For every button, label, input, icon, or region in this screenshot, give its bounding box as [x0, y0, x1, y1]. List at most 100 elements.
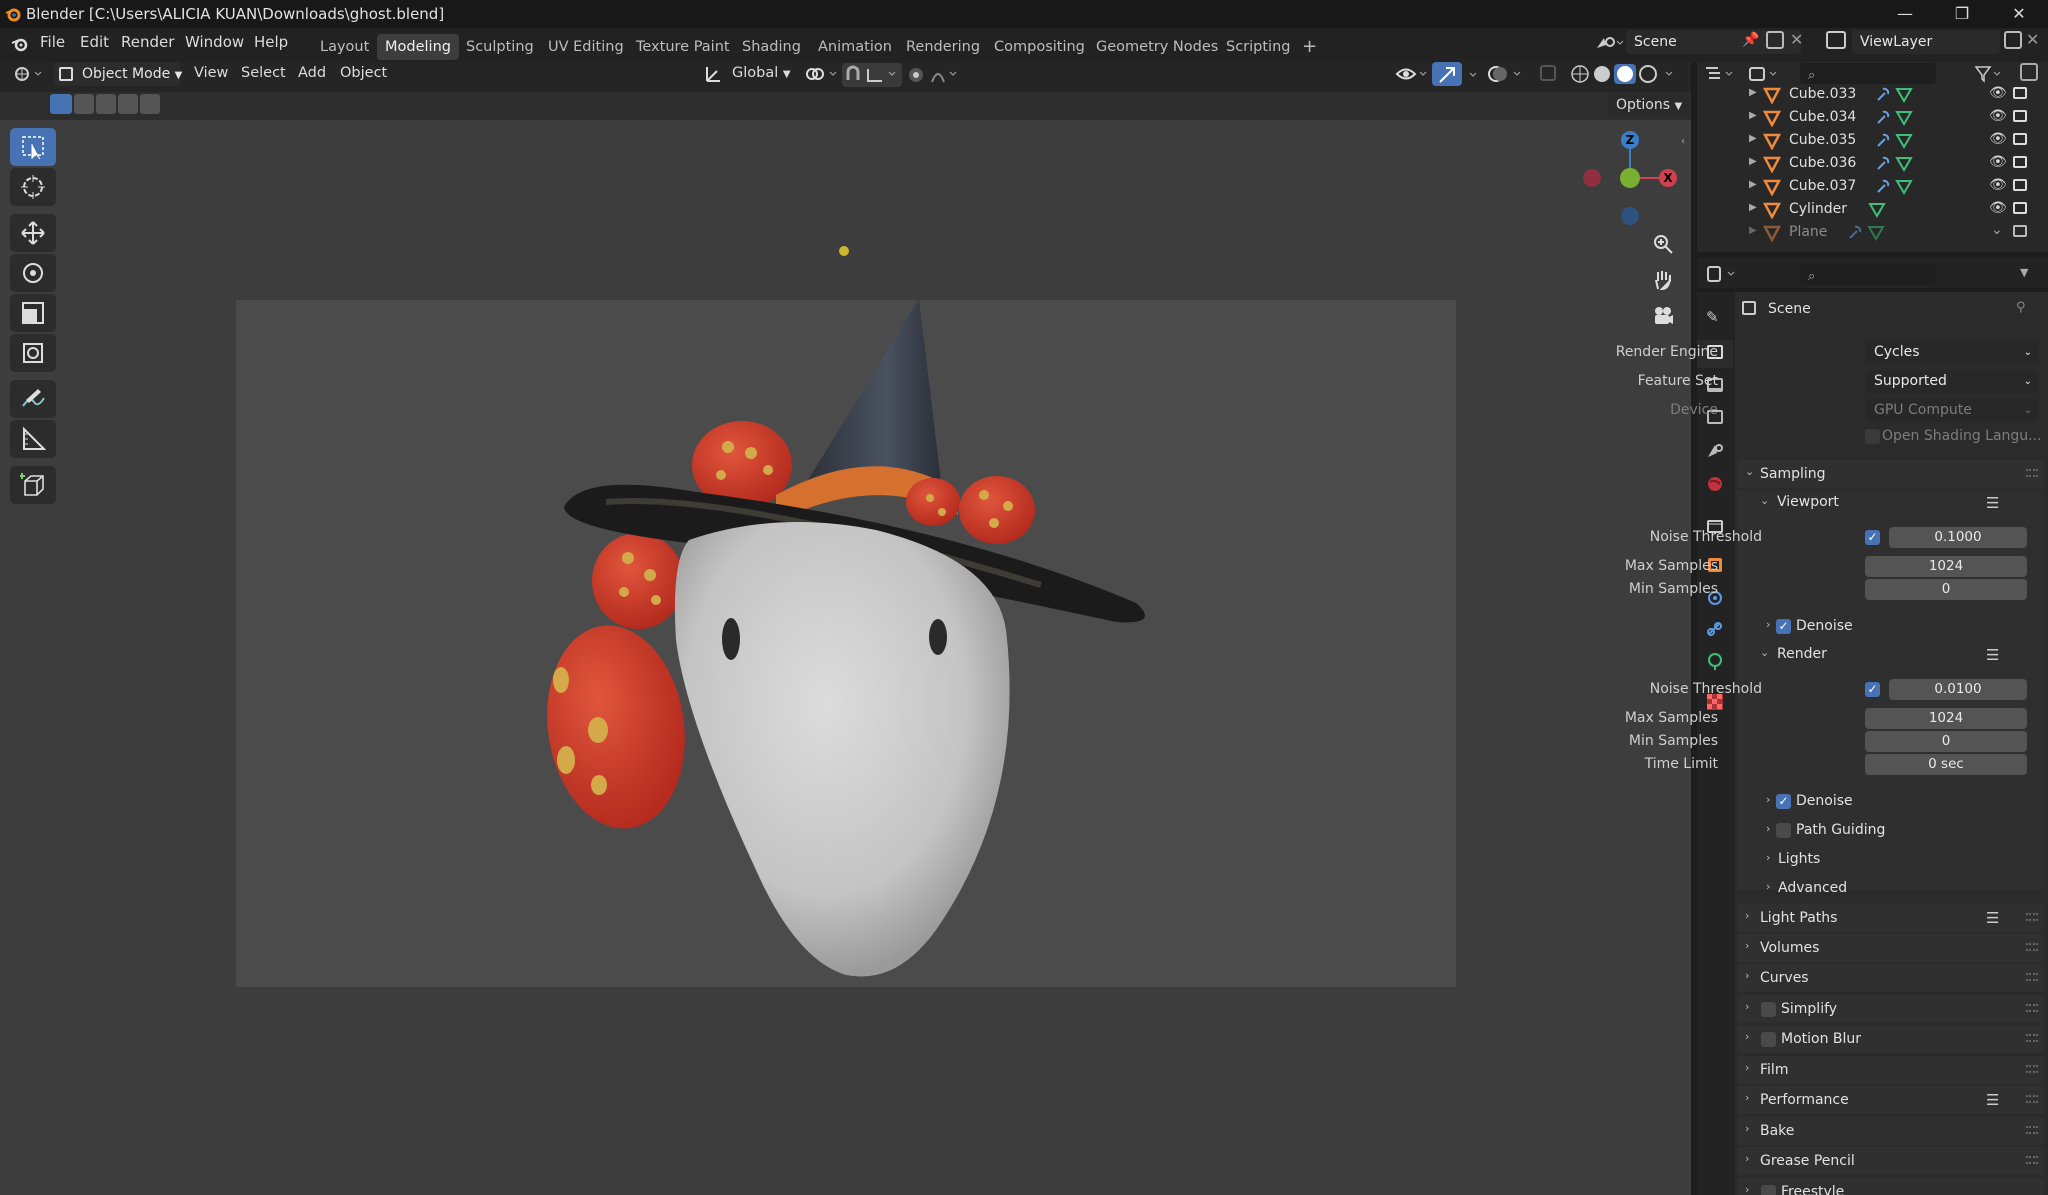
preset-list-icon[interactable]: ☰	[1986, 494, 1999, 512]
outliner-search-field[interactable]: ⌕	[1800, 63, 1936, 84]
outliner-editor-type-icon[interactable]	[1704, 64, 1736, 84]
select-invert-icon[interactable]	[118, 94, 138, 114]
volumes-panel[interactable]: › Volumes	[1737, 934, 2044, 962]
tool-measure[interactable]	[10, 420, 56, 458]
outliner-row[interactable]: ▶ Cylinder 👁	[1697, 199, 2048, 222]
expand-arrow-icon[interactable]: ›	[1766, 880, 1770, 893]
render-camera-icon[interactable]	[2013, 156, 2027, 168]
tab-constraints[interactable]	[1697, 618, 1733, 642]
freestyle-checkbox[interactable]	[1761, 1185, 1776, 1195]
pin-icon[interactable]: 📌	[1742, 32, 1759, 48]
eye-icon[interactable]: 👁	[1989, 200, 2007, 216]
viewport-subpanel-title[interactable]: Viewport	[1777, 494, 1839, 510]
tab-animation[interactable]: Animation	[810, 34, 900, 60]
drag-grip-icon[interactable]	[2026, 943, 2038, 951]
denoise-checkbox[interactable]: ✓	[1776, 619, 1791, 634]
blender-menu-icon[interactable]	[10, 34, 30, 54]
expand-arrow-icon[interactable]: ›	[1766, 822, 1770, 835]
zoom-button[interactable]	[1648, 229, 1678, 259]
menu-select[interactable]: Select	[241, 65, 286, 81]
tool-add-cube[interactable]	[10, 466, 56, 504]
tab-tool[interactable]: ✎	[1697, 306, 1733, 330]
overlays-icon[interactable]	[1486, 63, 1526, 85]
preset-list-icon[interactable]: ☰	[1986, 1091, 1999, 1109]
simplify-checkbox[interactable]	[1761, 1002, 1776, 1017]
outliner-row[interactable]: ▶ Plane ⌄	[1697, 222, 2048, 245]
drag-grip-icon[interactable]	[2026, 469, 2038, 477]
outliner-row[interactable]: ▶ Cube.035 👁	[1697, 130, 2048, 153]
pan-button[interactable]	[1648, 265, 1678, 295]
render-camera-icon[interactable]	[2013, 110, 2027, 122]
render-camera-icon[interactable]	[2013, 179, 2027, 191]
eye-icon[interactable]: 👁	[1989, 154, 2007, 170]
editor-type-icon[interactable]	[12, 64, 44, 84]
select-new-icon[interactable]	[50, 94, 72, 114]
drag-grip-icon[interactable]	[2026, 1065, 2038, 1073]
expand-arrow-icon[interactable]: ›	[1766, 851, 1770, 864]
navigation-gizmo[interactable]: Z X	[1574, 128, 1686, 236]
render-engine-dropdown[interactable]: Cycles ⌄	[1866, 341, 2038, 364]
outliner-row[interactable]: ▶ Cube.036 👁	[1697, 153, 2048, 176]
tab-world[interactable]	[1697, 472, 1733, 496]
preset-list-icon[interactable]: ☰	[1986, 909, 1999, 927]
drag-grip-icon[interactable]	[2026, 973, 2038, 981]
tab-rendering[interactable]: Rendering	[898, 34, 988, 60]
film-panel[interactable]: › Film	[1737, 1056, 2044, 1084]
freestyle-panel[interactable]: › Freestyle	[1737, 1178, 2044, 1195]
expand-arrow-icon[interactable]: ▶	[1749, 110, 1757, 121]
display-mode-icon[interactable]	[1748, 64, 1780, 84]
tab-shading[interactable]: Shading	[734, 34, 809, 60]
menu-window[interactable]: Window	[185, 33, 244, 51]
outliner-row[interactable]: ▶ Cube.037 👁	[1697, 176, 2048, 199]
select-subtract-icon[interactable]	[96, 94, 116, 114]
render-min-samples-field[interactable]: 0	[1865, 731, 2027, 752]
view-layer-icon[interactable]	[1826, 31, 1846, 49]
render-denoise-checkbox[interactable]: ✓	[1776, 794, 1791, 809]
eye-icon[interactable]: 👁	[1989, 108, 2007, 124]
tool-move[interactable]	[10, 214, 56, 252]
max-samples-field[interactable]: 1024	[1865, 556, 2027, 577]
time-limit-field[interactable]: 0 sec	[1865, 754, 2027, 775]
render-noise-threshold-field[interactable]: 0.0100	[1889, 679, 2027, 700]
proportional-editing-icon[interactable]	[906, 64, 966, 86]
expand-arrow-icon[interactable]: ›	[1766, 793, 1770, 806]
performance-panel[interactable]: › Performance ☰	[1737, 1086, 2044, 1114]
render-camera-icon[interactable]	[2013, 202, 2027, 214]
sampling-panel-header[interactable]: ⌄ Sampling	[1737, 460, 2044, 488]
tab-sculpting[interactable]: Sculpting	[458, 34, 542, 60]
minimize-button[interactable]: —	[1892, 4, 1918, 23]
delete-scene-icon[interactable]: ✕	[1790, 30, 1803, 49]
options-dropdown[interactable]: Options ▼	[1608, 95, 1691, 115]
xray-icon[interactable]	[1540, 65, 1556, 81]
maximize-button[interactable]: ❐	[1949, 4, 1975, 23]
curves-panel[interactable]: › Curves	[1737, 964, 2044, 992]
tool-scale[interactable]	[10, 294, 56, 332]
eye-icon[interactable]: 👁	[1989, 85, 2007, 101]
new-scene-icon[interactable]	[1766, 31, 1784, 49]
expand-arrow-icon[interactable]: ▶	[1749, 202, 1757, 213]
tab-geometry-nodes[interactable]: Geometry Nodes	[1088, 34, 1226, 60]
noise-threshold-checkbox[interactable]: ✓	[1865, 530, 1880, 545]
motion-blur-panel[interactable]: › Motion Blur	[1737, 1025, 2044, 1053]
tool-annotate[interactable]	[10, 380, 56, 418]
expand-arrow-icon[interactable]: ▶	[1749, 87, 1757, 98]
min-samples-field[interactable]: 0	[1865, 579, 2027, 600]
device-dropdown[interactable]: GPU Compute ⌄	[1866, 399, 2038, 422]
tab-layout[interactable]: Layout	[312, 34, 377, 60]
view-layer-field[interactable]: ViewLayer	[1852, 30, 2000, 54]
osl-checkbox[interactable]	[1865, 429, 1880, 444]
expand-arrow-icon[interactable]: ›	[1766, 618, 1770, 631]
tab-scripting[interactable]: Scripting	[1218, 34, 1298, 60]
render-camera-icon[interactable]	[2013, 133, 2027, 145]
new-collection-icon[interactable]	[2020, 63, 2038, 81]
collapse-arrow-icon[interactable]: ⌄	[1760, 646, 1769, 659]
selection-mode-buttons[interactable]	[50, 94, 162, 114]
tab-scene[interactable]	[1697, 438, 1733, 462]
tool-transform[interactable]	[10, 334, 56, 372]
eye-icon[interactable]: 👁	[1989, 177, 2007, 193]
expand-arrow-icon[interactable]: ▶	[1749, 225, 1757, 236]
pin-context-icon[interactable]: ⚲	[2016, 300, 2026, 315]
path-guiding-checkbox[interactable]	[1776, 823, 1791, 838]
tab-modeling[interactable]: Modeling	[377, 34, 459, 60]
eye-icon[interactable]: 👁	[1989, 131, 2007, 147]
